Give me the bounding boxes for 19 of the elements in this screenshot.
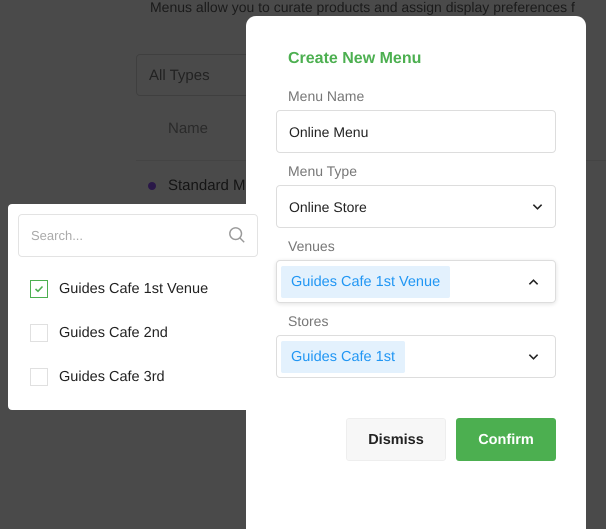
option-label[interactable]: Guides Cafe 3rd [59,369,165,385]
option-label[interactable]: Guides Cafe 2nd [59,325,168,341]
search-icon [228,226,246,244]
field-label: Venues [288,238,336,254]
check-icon [34,285,44,293]
chevron-icon [532,202,543,210]
status-dot-icon [148,182,156,190]
chevron-icon [528,278,539,286]
field-label: Menu Type [288,163,358,179]
option-label[interactable]: Guides Cafe 1st Venue [59,281,208,297]
checkbox[interactable] [30,280,48,298]
select-field[interactable]: Online Store [276,185,556,228]
input-field[interactable]: Online Menu [276,110,556,153]
dismiss-button[interactable]: Dismiss [346,418,446,461]
selected-tag: Guides Cafe 1st Venue [281,266,450,298]
search-field[interactable]: Search... [18,214,258,257]
field-label: Stores [288,313,330,329]
chevron-icon [528,352,539,360]
selected-tag: Guides Cafe 1st [281,340,405,372]
